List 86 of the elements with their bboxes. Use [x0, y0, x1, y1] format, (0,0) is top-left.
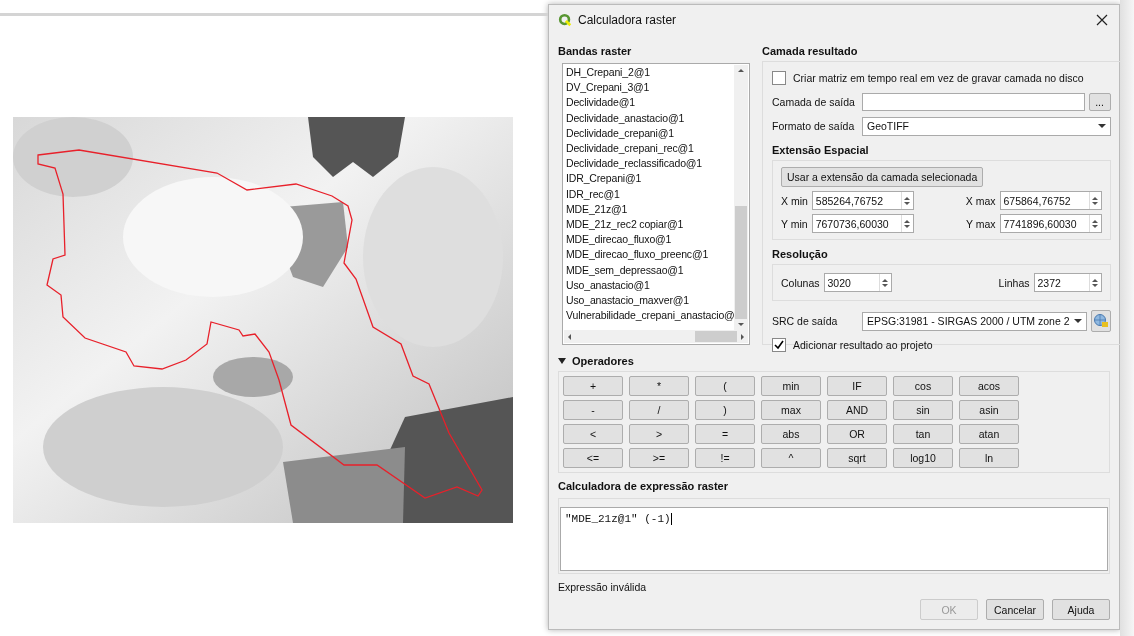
scrollbar[interactable] [734, 65, 748, 330]
spin-box[interactable]: 2372 [1033, 273, 1102, 292]
crs-dropdown[interactable]: EPSG:31981 - SIRGAS 2000 / UTM zone 2 [862, 311, 1087, 331]
dialog-button[interactable]: Ajuda [1052, 599, 1110, 620]
operator-button[interactable]: cos [893, 376, 953, 396]
status-message: Expressão inválida [558, 581, 648, 593]
operator-button[interactable]: min [761, 376, 821, 396]
field-label: SRC de saída [772, 315, 839, 327]
band-item[interactable]: IDR_Crepani@1 [566, 171, 749, 187]
format-dropdown[interactable]: GeoTIFF [862, 116, 1111, 136]
field-label: X max [965, 194, 996, 207]
scrollbar[interactable] [564, 330, 748, 343]
operator-button[interactable]: ln [959, 448, 1019, 468]
field-label: Y min [781, 217, 808, 230]
field-label: Linhas [998, 276, 1030, 289]
band-item[interactable]: Declividade_anastacio@1 [566, 110, 749, 126]
browse-button[interactable]: ... [1088, 93, 1111, 111]
operator-button[interactable]: / [629, 400, 689, 420]
band-item[interactable]: Declividade_crepani@1 [566, 125, 749, 141]
checkbox-label: Adicionar resultado ao projeto [793, 339, 933, 351]
band-item[interactable]: Uso_anastacio_maxver@1 [566, 293, 749, 309]
operator-button[interactable]: ( [695, 376, 755, 396]
app-logo-icon [558, 13, 572, 27]
band-item[interactable]: MDE_21z@1 [566, 201, 749, 218]
extent-button[interactable]: Usar a extensão da camada selecionada [781, 167, 984, 187]
operator-button[interactable]: <= [563, 448, 623, 468]
operator-button[interactable]: sqrt [827, 448, 887, 468]
window-title: Calculadora raster [578, 13, 678, 27]
checkbox[interactable] [772, 338, 786, 352]
section-title: Resolução [772, 248, 829, 260]
operator-button[interactable]: log10 [893, 448, 953, 468]
band-item[interactable]: MDE_21z_rec2 copiar@1 [566, 217, 749, 233]
operator-button[interactable]: > [629, 424, 689, 444]
spin-box[interactable]: 7741896,60030 [999, 214, 1102, 233]
section-title: Camada resultado [762, 45, 859, 57]
field-label: X min [781, 194, 808, 207]
operator-button[interactable]: atan [959, 424, 1019, 444]
section-title: Operadores [572, 355, 634, 367]
operator-button[interactable]: ) [695, 400, 755, 420]
operator-button[interactable]: * [629, 376, 689, 396]
input-field[interactable] [862, 93, 1085, 111]
dialog-button[interactable]: Cancelar [986, 599, 1044, 620]
operator-button[interactable]: asin [959, 400, 1019, 420]
spin-box[interactable]: 585264,76752 [811, 191, 914, 210]
operator-button[interactable]: tan [893, 424, 953, 444]
checkbox-label: Criar matriz em tempo real em vez de gravar camada no disco [793, 72, 1084, 84]
operator-button[interactable]: max [761, 400, 821, 420]
operator-button[interactable]: < [563, 424, 623, 444]
collapse-icon[interactable] [558, 358, 566, 364]
band-item[interactable]: DV_Crepani_3@1 [566, 80, 749, 96]
section-title: Calculadora de expressão raster [558, 480, 729, 492]
operator-button[interactable]: AND [827, 400, 887, 420]
close-icon[interactable] [1096, 14, 1108, 26]
operator-button[interactable]: != [695, 448, 755, 468]
band-item[interactable]: IDR_rec@1 [566, 186, 749, 202]
spin-box[interactable]: 675864,76752 [999, 191, 1102, 210]
band-item[interactable]: Declividade@1 [566, 95, 749, 111]
section-title: Bandas raster [558, 45, 633, 57]
band-item[interactable]: MDE_direcao_fluxo_preenc@1 [566, 247, 749, 263]
operator-button[interactable]: acos [959, 376, 1019, 396]
band-item[interactable]: DH_Crepani_2@1 [566, 65, 749, 81]
field-label: Colunas [781, 276, 820, 289]
band-item[interactable]: Uso_anastacio@1 [566, 277, 749, 294]
crs-button[interactable] [1090, 310, 1111, 332]
band-item[interactable]: MDE_sem_depressao@1 [566, 262, 749, 278]
spin-box[interactable]: 3020 [823, 273, 892, 292]
band-item[interactable]: Vulnerabilidade_crepani_anastacio@ [566, 308, 749, 324]
operator-button[interactable]: OR [827, 424, 887, 444]
field-label: Formato de saída [772, 120, 856, 132]
field-label: Camada de saída [772, 96, 856, 108]
operator-button[interactable]: sin [893, 400, 953, 420]
checkbox[interactable] [772, 71, 786, 85]
section-title: Extensão Espacial [772, 144, 870, 156]
band-item[interactable]: MDE_direcao_fluxo@1 [566, 232, 749, 248]
operator-button[interactable]: + [563, 376, 623, 396]
operator-button[interactable]: IF [827, 376, 887, 396]
band-item[interactable]: Declividade_crepani_rec@1 [566, 141, 749, 157]
field-label: Y max [965, 217, 996, 230]
band-item[interactable]: Declividade_reclassificado@1 [566, 156, 749, 172]
spin-box[interactable]: 7670736,60030 [811, 214, 914, 233]
operator-button[interactable]: = [695, 424, 755, 444]
operator-button[interactable]: abs [761, 424, 821, 444]
operator-button[interactable]: ^ [761, 448, 821, 468]
operator-button[interactable]: >= [629, 448, 689, 468]
operator-button[interactable]: - [563, 400, 623, 420]
expression-editor[interactable]: "MDE_21z@1" (-1) [560, 507, 1108, 571]
